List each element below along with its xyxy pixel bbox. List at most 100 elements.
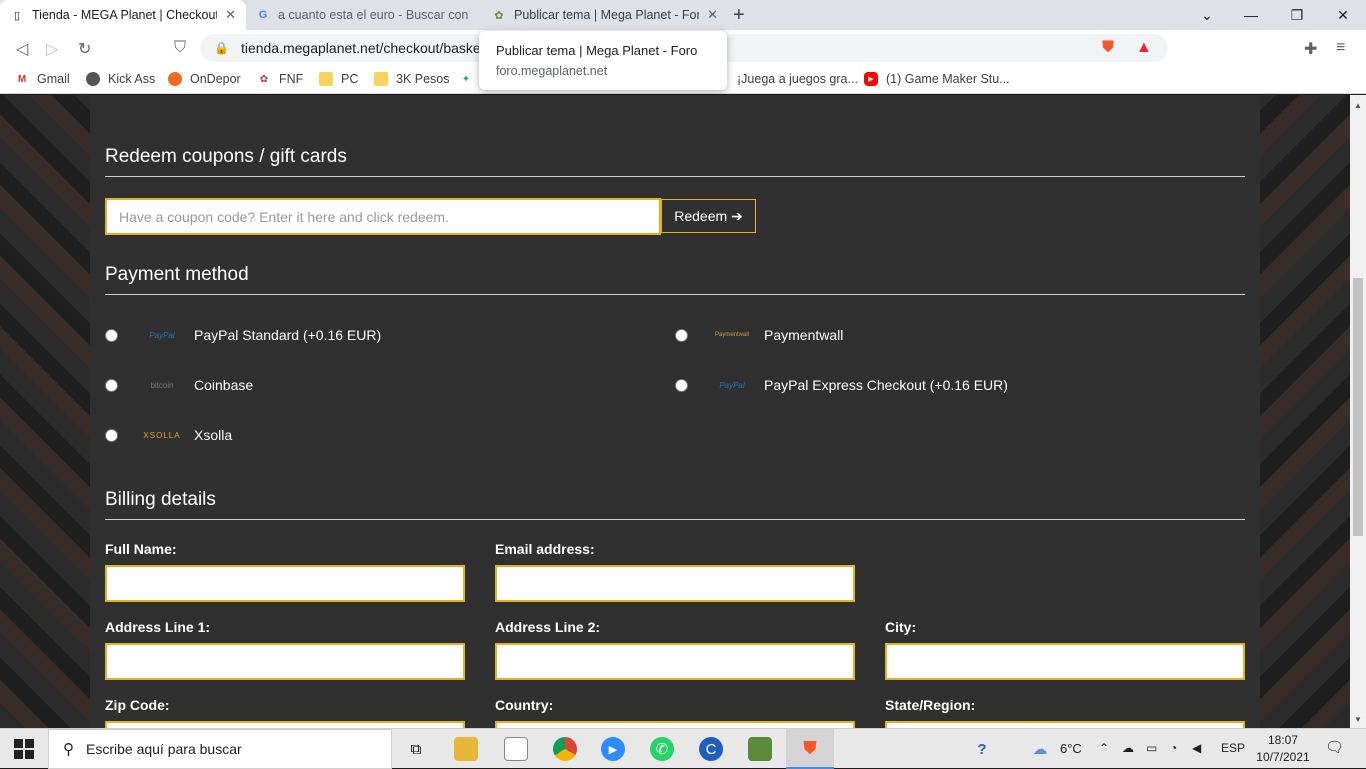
close-icon[interactable]: ✕: [707, 7, 718, 23]
tab-forum[interactable]: ✿ Publicar tema | Mega Planet - Foro ✕: [482, 0, 728, 30]
tooltip-domain: foro.megaplanet.net: [496, 64, 608, 78]
payment-label: Paymentwall: [764, 327, 844, 343]
coupons-title: Redeem coupons / gift cards: [105, 146, 347, 167]
new-tab-button[interactable]: +: [733, 4, 745, 27]
zoom-icon[interactable]: ▶: [601, 737, 625, 761]
task-view-icon[interactable]: ⧉: [404, 737, 428, 761]
reload-icon[interactable]: ↻: [78, 39, 91, 59]
volume-icon[interactable]: ◀: [1192, 741, 1201, 755]
address1-label: Address Line 1:: [105, 619, 211, 635]
xsolla-logo-icon: XSOLLA: [143, 430, 181, 440]
payment-option-xsolla[interactable]: XSOLLA Xsolla: [105, 427, 232, 443]
windows-start-icon[interactable]: [14, 739, 34, 759]
google-icon: G: [258, 9, 268, 21]
fnf-icon: ✿: [259, 73, 269, 85]
tooltip-title: Publicar tema | Mega Planet - Foro: [496, 43, 698, 58]
payment-radio[interactable]: [675, 328, 688, 342]
bookmark-icon[interactable]: ⛉: [174, 39, 186, 57]
payment-label: Xsolla: [194, 427, 233, 443]
scroll-up-icon[interactable]: ▲: [1354, 101, 1362, 110]
scroll-down-icon[interactable]: ▼: [1354, 715, 1362, 724]
clock-date: 10/7/2021: [1256, 750, 1310, 764]
brave-shield-icon[interactable]: ⛊: [1102, 39, 1114, 57]
payment-radio[interactable]: [105, 328, 118, 342]
state-field[interactable]: [885, 721, 1245, 728]
page-scrollbar[interactable]: ▲ ▼: [1350, 95, 1366, 728]
scrollbar-thumb[interactable]: [1353, 278, 1363, 536]
clock-time: 18:07: [1267, 733, 1299, 747]
payment-divider: [105, 294, 1245, 295]
document-icon[interactable]: [504, 737, 528, 761]
minimize-button[interactable]: —: [1228, 0, 1274, 30]
bookmark-fnf[interactable]: ✿ FNF: [257, 72, 304, 86]
tab-google[interactable]: G a cuanto esta el euro - Buscar con Goo…: [246, 0, 482, 30]
email-label: Email address:: [495, 541, 595, 557]
extensions-icon[interactable]: ✚: [1304, 39, 1317, 59]
redeem-button[interactable]: Redeem ➔: [661, 199, 756, 233]
close-icon[interactable]: ✕: [225, 7, 236, 23]
file-explorer-icon[interactable]: [454, 737, 478, 761]
language-indicator[interactable]: ESP: [1221, 741, 1245, 755]
system-clock[interactable]: 18:07 10/7/2021: [1252, 732, 1314, 766]
bitcoin-logo-icon: bitcoin: [150, 380, 174, 390]
bookmark-ondepor[interactable]: OnDepor: [168, 72, 241, 86]
search-placeholder: Escribe aquí para buscar: [86, 741, 242, 757]
coupon-input[interactable]: [105, 198, 661, 235]
restore-button[interactable]: ❐: [1274, 0, 1320, 30]
network-icon[interactable]: ☁: [1122, 741, 1134, 755]
help-icon[interactable]: ?: [970, 737, 994, 761]
bookmark-label: OnDepor: [190, 72, 241, 86]
taskbar-search[interactable]: ⚲ Escribe aquí para buscar: [48, 729, 392, 769]
paymentwall-logo-icon: Paymentwall: [714, 332, 749, 338]
forward-icon[interactable]: ▷: [46, 39, 58, 59]
bookmark-gmail[interactable]: M Gmail: [15, 72, 70, 86]
bookmark-3kpesos[interactable]: 3K Pesos: [374, 72, 450, 86]
payment-radio[interactable]: [105, 378, 118, 392]
payment-option-paypal-standard[interactable]: PayPal PayPal Standard (+0.16 EUR): [105, 327, 381, 343]
payment-radio[interactable]: [675, 378, 688, 392]
bookmark-pc[interactable]: PC: [319, 72, 358, 86]
address2-label: Address Line 2:: [495, 619, 601, 635]
tab-checkout[interactable]: ▯ Tienda - MEGA Planet | Checkout ✕: [0, 0, 246, 30]
coupons-divider: [105, 176, 1245, 177]
country-field[interactable]: [495, 721, 855, 728]
whatsapp-icon[interactable]: ✆: [650, 737, 674, 761]
url-text: tienda.megaplanet.net/checkout/basket: [240, 40, 485, 56]
full-name-label: Full Name:: [105, 541, 177, 557]
doc-icon: ▯: [13, 9, 21, 22]
payment-radio[interactable]: [105, 428, 118, 442]
paypal-logo-icon: PayPal: [149, 330, 175, 340]
back-icon[interactable]: ◁: [16, 39, 28, 59]
email-field[interactable]: [495, 565, 855, 602]
notifications-icon[interactable]: 🗨: [1325, 738, 1344, 756]
payment-option-coinbase[interactable]: bitcoin Coinbase: [105, 377, 253, 393]
weather-icon[interactable]: ☁: [1028, 737, 1052, 761]
checkout-panel: Redeem coupons / gift cards Redeem ➔ Pay…: [90, 95, 1260, 728]
tab-title: Tienda - MEGA Planet | Checkout: [32, 8, 218, 22]
bookmark-gamemaker[interactable]: ▶ (1) Game Maker Stu...: [864, 72, 1010, 86]
address2-field[interactable]: [495, 643, 855, 680]
full-name-field[interactable]: [105, 565, 465, 602]
payment-option-paypal-express[interactable]: PayPal PayPal Express Checkout (+0.16 EU…: [675, 377, 1008, 393]
brave-taskbar-icon[interactable]: ⛊: [786, 729, 834, 769]
kickass-icon: [86, 72, 100, 86]
address1-field[interactable]: [105, 643, 465, 680]
minecraft-icon[interactable]: [748, 737, 772, 761]
tray-chevron-icon[interactable]: ⌃: [1099, 741, 1109, 755]
tab-bar: ▯ Tienda - MEGA Planet | Checkout ✕ G a …: [0, 0, 1366, 30]
bookmark-game[interactable]: ✦: [459, 72, 481, 86]
bookmark-juegos[interactable]: ¡Juega a juegos gra...: [737, 72, 858, 86]
tab-search-icon[interactable]: ⌄: [1184, 0, 1230, 30]
payment-option-paymentwall[interactable]: Paymentwall Paymentwall: [675, 327, 843, 343]
close-window-button[interactable]: ✕: [1320, 0, 1366, 30]
battery-icon[interactable]: ▭: [1146, 741, 1157, 755]
cortana-icon[interactable]: C: [699, 737, 723, 761]
bookmark-kickass[interactable]: Kick Ass: [86, 72, 155, 86]
zip-field[interactable]: [105, 721, 465, 728]
chrome-icon[interactable]: [553, 737, 577, 761]
rewards-icon[interactable]: ▲: [1136, 39, 1152, 57]
bookmark-label: (1) Game Maker Stu...: [886, 72, 1010, 86]
menu-icon[interactable]: ≡: [1336, 39, 1345, 57]
wifi-icon[interactable]: ◔: [1170, 741, 1177, 755]
city-field[interactable]: [885, 643, 1245, 680]
